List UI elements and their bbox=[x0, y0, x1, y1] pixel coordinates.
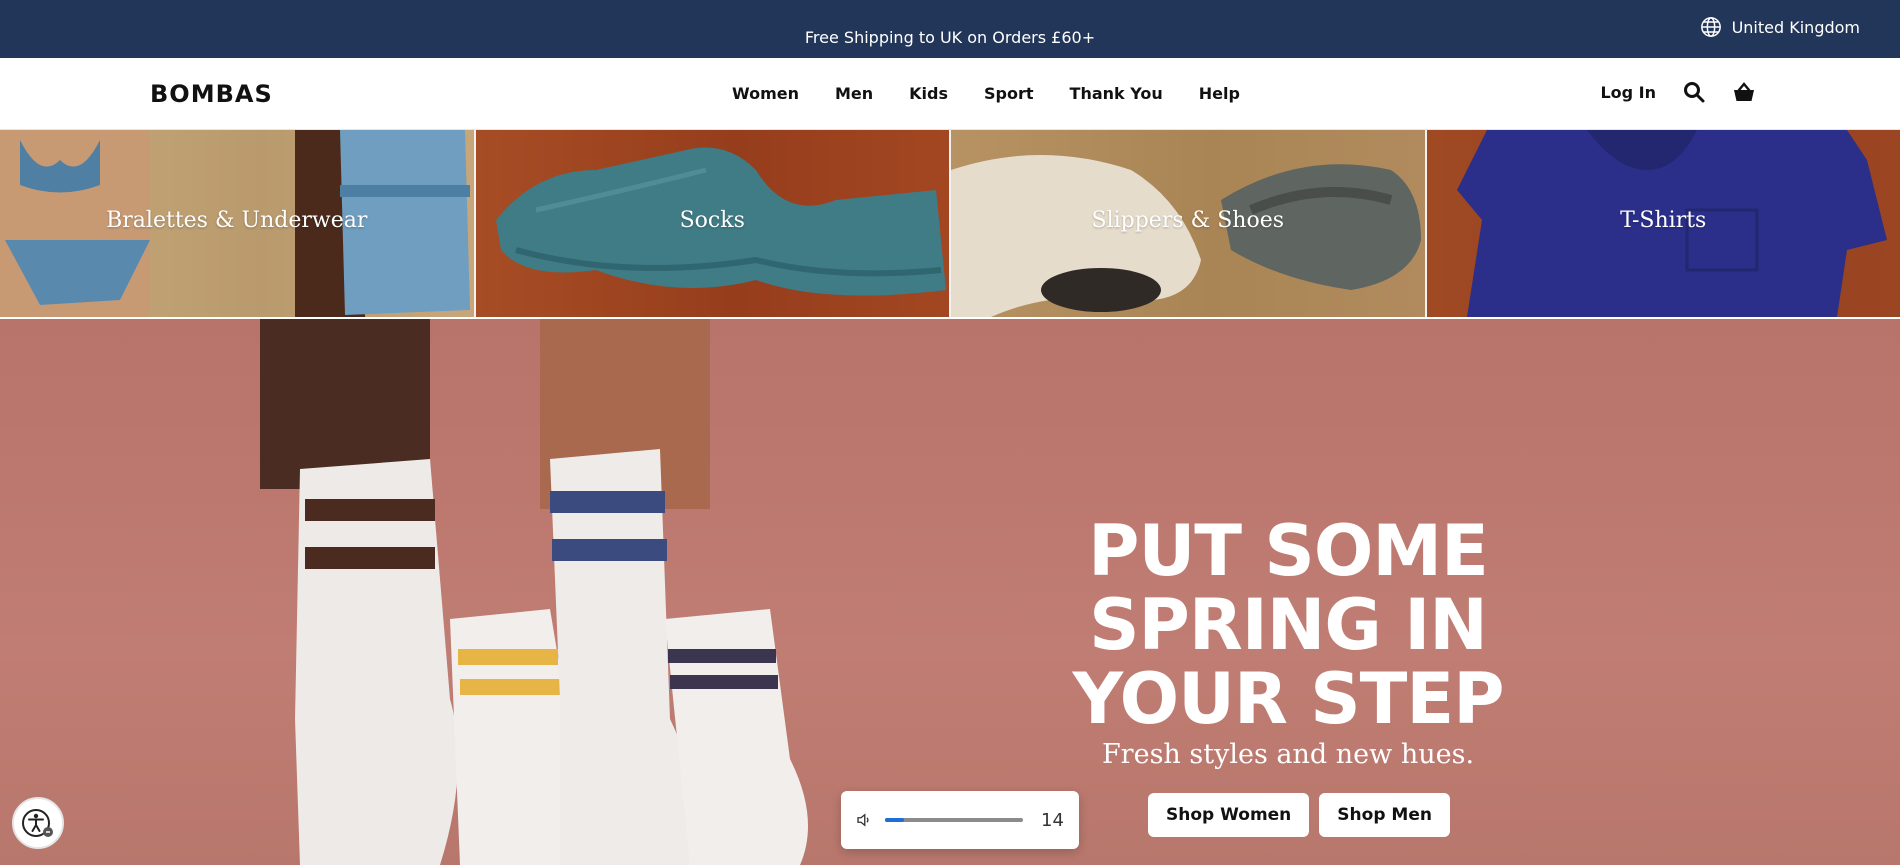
shop-men-button[interactable]: Shop Men bbox=[1319, 793, 1450, 837]
category-t-shirts[interactable]: T-Shirts bbox=[1426, 130, 1900, 317]
bombas-logo[interactable]: BOMBAS bbox=[150, 80, 273, 108]
hero-buttons: Shop Women Shop Men bbox=[1148, 793, 1450, 837]
main-nav: Women Men Kids Sport Thank You Help bbox=[732, 84, 1240, 103]
category-row: Bralettes & Underwear Socks Slippers & S… bbox=[0, 130, 1900, 317]
category-label: Bralettes & Underwear bbox=[106, 208, 368, 233]
volume-control: 14 bbox=[841, 791, 1079, 849]
globe-icon bbox=[1700, 17, 1721, 37]
shop-women-button[interactable]: Shop Women bbox=[1148, 793, 1310, 837]
search-icon[interactable] bbox=[1682, 80, 1706, 104]
nav-men[interactable]: Men bbox=[835, 84, 873, 103]
hero-subtitle: Fresh styles and new hues. bbox=[1101, 739, 1475, 770]
basket-icon[interactable] bbox=[1732, 80, 1756, 104]
hero-title-line: SPRING IN bbox=[1089, 584, 1488, 666]
hero-title-line: YOUR STEP bbox=[1072, 658, 1504, 740]
category-bralettes-underwear[interactable]: Bralettes & Underwear bbox=[0, 130, 474, 317]
nav-thank-you[interactable]: Thank You bbox=[1070, 84, 1163, 103]
volume-slider[interactable] bbox=[885, 818, 1023, 822]
category-socks[interactable]: Socks bbox=[475, 130, 949, 317]
hero-socks-image bbox=[260, 319, 808, 865]
category-label: T-Shirts bbox=[1620, 208, 1707, 233]
login-link[interactable]: Log In bbox=[1600, 83, 1656, 102]
page: Free Shipping to UK on Orders £60+ Unite… bbox=[0, 0, 1900, 865]
volume-slider-fill bbox=[885, 818, 905, 822]
region-selector[interactable]: United Kingdom bbox=[1700, 16, 1860, 38]
header-actions: Log In bbox=[1600, 80, 1756, 104]
accessibility-button[interactable] bbox=[12, 797, 64, 849]
nav-kids[interactable]: Kids bbox=[909, 84, 948, 103]
hero-title-line: PUT SOME bbox=[1088, 510, 1489, 592]
announcement-text: Free Shipping to UK on Orders £60+ bbox=[804, 28, 1096, 47]
region-label: United Kingdom bbox=[1731, 17, 1860, 37]
site-header: BOMBAS Women Men Kids Sport Thank You He… bbox=[0, 58, 1900, 130]
hero-title: PUT SOME SPRING IN YOUR STEP bbox=[1048, 514, 1528, 736]
category-label: Socks bbox=[679, 208, 745, 233]
volume-value: 14 bbox=[1041, 809, 1064, 831]
speaker-icon[interactable] bbox=[855, 811, 873, 829]
announcement-bar: Free Shipping to UK on Orders £60+ Unite… bbox=[0, 0, 1900, 58]
category-slippers-shoes[interactable]: Slippers & Shoes bbox=[951, 130, 1425, 317]
nav-help[interactable]: Help bbox=[1199, 84, 1240, 103]
hero-banner: PUT SOME SPRING IN YOUR STEP Fresh style… bbox=[0, 319, 1900, 865]
category-label: Slippers & Shoes bbox=[1091, 208, 1285, 233]
accessibility-icon bbox=[22, 809, 53, 837]
nav-sport[interactable]: Sport bbox=[984, 84, 1034, 103]
nav-women[interactable]: Women bbox=[732, 84, 799, 103]
